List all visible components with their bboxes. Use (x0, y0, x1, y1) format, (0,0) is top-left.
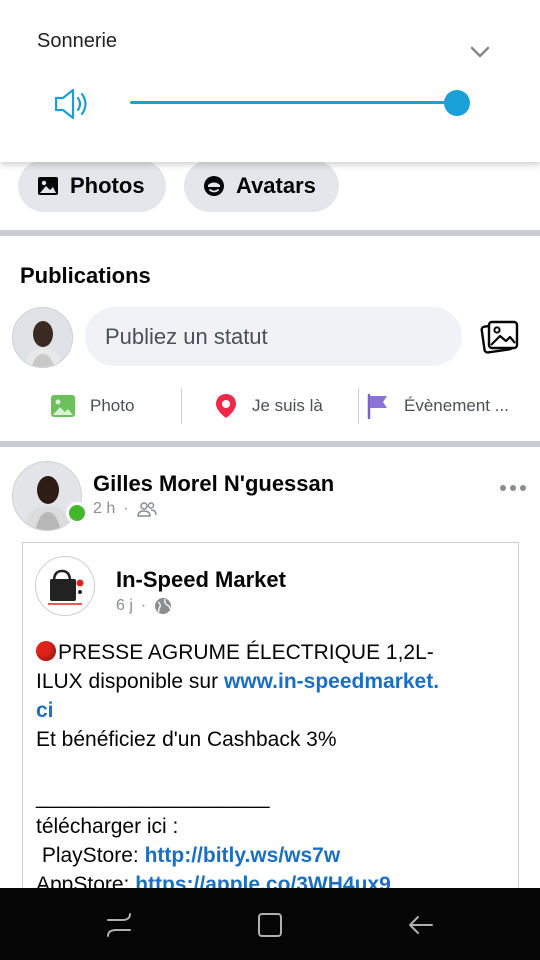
playstore-label: PlayStore: (36, 844, 145, 867)
photo-action[interactable]: Photo (50, 386, 134, 426)
action-separator (358, 388, 359, 424)
event-action[interactable]: Évènement ... (366, 386, 509, 426)
system-nav-bar (0, 888, 540, 960)
location-pin-icon (216, 394, 236, 418)
friends-icon (136, 502, 157, 517)
shared-post-card[interactable]: In-Speed Market 6 j · PRESSE AGRUME ÉLEC… (22, 542, 519, 942)
avatar[interactable] (12, 307, 73, 368)
photo-icon (51, 395, 75, 417)
post-author-name[interactable]: Gilles Morel N'guessan (93, 471, 334, 497)
photo-action-label: Photo (90, 396, 135, 415)
speaker-icon[interactable] (52, 86, 92, 122)
recent-apps-icon[interactable] (104, 910, 134, 940)
body-line: Et bénéficiez d'un Cashback 3% (36, 728, 337, 751)
volume-slider-track[interactable] (130, 101, 458, 104)
back-icon[interactable] (406, 910, 436, 940)
body-line: télécharger ici : (36, 815, 179, 838)
website-link[interactable]: www.in-speedmarket. (224, 670, 439, 693)
section-divider (0, 441, 540, 447)
avatar-face-icon (204, 176, 224, 196)
globe-icon (155, 598, 172, 614)
website-link-cont[interactable]: ci (36, 699, 54, 722)
avatars-chip[interactable]: Avatars (184, 160, 339, 212)
avatars-chip-label: Avatars (236, 173, 316, 198)
section-divider (0, 230, 540, 236)
user-photo-icon (13, 308, 72, 367)
checkin-action[interactable]: Je suis là (214, 386, 323, 426)
photos-chip[interactable]: Photos (18, 160, 166, 212)
red-circle-emoji-icon (36, 641, 56, 661)
page-name[interactable]: In-Speed Market (116, 567, 286, 593)
body-line: PRESSE AGRUME ÉLECTRIQUE 1,2L- (58, 641, 434, 664)
shared-post-time[interactable]: 6 j (116, 597, 133, 615)
flag-icon (367, 393, 387, 419)
publications-title: Publications (20, 263, 151, 288)
event-action-label: Évènement ... (404, 396, 509, 415)
meta-separator: · (123, 500, 129, 517)
chevron-down-icon[interactable] (466, 38, 494, 66)
home-icon[interactable] (255, 910, 285, 940)
shared-post-text: PRESSE AGRUME ÉLECTRIQUE 1,2L- ILUX disp… (36, 638, 506, 899)
post-meta: 2 h · (93, 500, 157, 518)
body-separator: ____________________ (36, 786, 270, 809)
checkin-action-label: Je suis là (252, 396, 323, 415)
meta-separator: · (140, 597, 147, 614)
playstore-link[interactable]: http://bitly.ws/ws7w (145, 844, 341, 867)
volume-panel: Sonnerie (0, 0, 540, 162)
online-status-dot (66, 502, 88, 524)
shared-post-meta: 6 j · (116, 597, 172, 615)
photos-icon (38, 177, 58, 195)
photos-chip-label: Photos (70, 173, 145, 198)
status-input[interactable]: Publiez un statut (85, 307, 462, 366)
volume-slider-thumb[interactable] (444, 90, 470, 116)
body-line: ILUX disponible sur (36, 670, 224, 693)
profile-chips: Photos Avatars (0, 155, 540, 230)
post-time[interactable]: 2 h (93, 500, 115, 518)
shopping-bag-logo-icon (48, 569, 84, 605)
action-separator (181, 388, 182, 424)
page-logo[interactable] (35, 556, 95, 616)
gallery-icon[interactable] (480, 318, 520, 356)
more-options-icon[interactable] (498, 476, 528, 500)
composer-actions: Photo Je suis là Évènement ... (0, 386, 540, 426)
volume-title: Sonnerie (37, 30, 118, 52)
